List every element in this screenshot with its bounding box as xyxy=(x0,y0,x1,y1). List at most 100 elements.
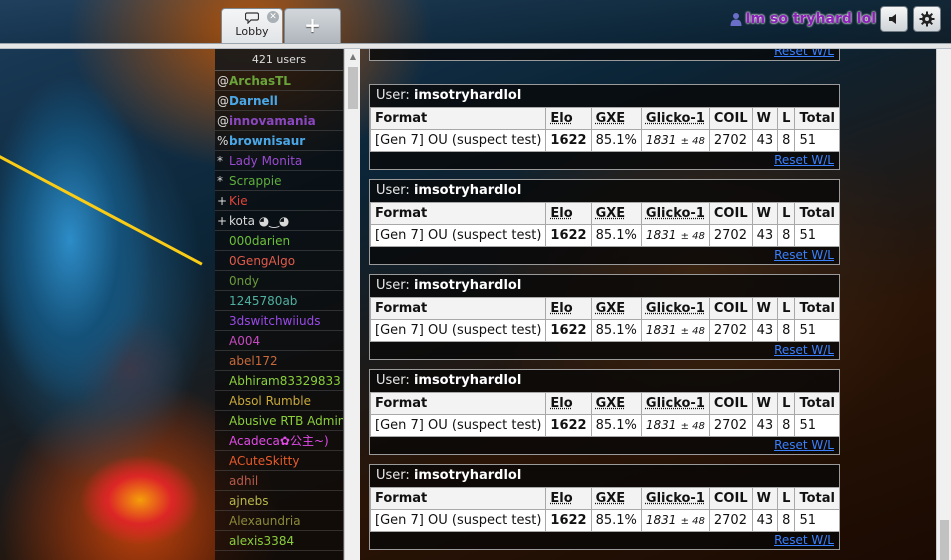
userlist-item[interactable]: adhil xyxy=(215,471,343,491)
user-name[interactable]: ArchasTL xyxy=(229,74,291,88)
userlist-item[interactable]: * Lady Monita xyxy=(215,151,343,171)
col-elo[interactable]: Elo xyxy=(545,392,592,415)
scroll-up-arrow-icon[interactable]: ▲ xyxy=(345,49,361,65)
user-name[interactable]: Absol Rumble xyxy=(229,394,311,408)
ladder-card: User: imsotryhardlolFormatEloGXEGlicko-1… xyxy=(369,464,840,550)
col-glicko[interactable]: Glicko-1 xyxy=(640,202,710,225)
user-rank-symbol: + xyxy=(217,214,228,228)
user-name[interactable]: Kie xyxy=(229,194,248,208)
userlist-item[interactable]: A004 xyxy=(215,331,343,351)
col-glicko[interactable]: Glicko-1 xyxy=(640,487,710,510)
userlist-item[interactable]: Acadeca✿公主~) xyxy=(215,431,343,451)
col-gxe[interactable]: GXE xyxy=(590,107,642,130)
reset-wl-link[interactable]: Reset W/L xyxy=(774,533,834,547)
col-total: Total xyxy=(794,392,840,415)
userlist-item[interactable]: * Scrappie xyxy=(215,171,343,191)
user-name[interactable]: 0GengAlgo xyxy=(229,254,295,268)
user-name[interactable]: alexis3384 xyxy=(229,534,294,548)
user-name[interactable]: Abusive RTB Admin xyxy=(229,414,343,428)
reset-wl-link[interactable]: Reset W/L xyxy=(774,49,834,58)
col-elo[interactable]: Elo xyxy=(545,297,592,320)
user-prefix-label: User: xyxy=(376,468,410,483)
user-name[interactable]: 3dswitchwiiuds xyxy=(229,314,321,328)
user-prefix-label: User: xyxy=(376,278,410,293)
user-menu[interactable]: Im so tryhard lol xyxy=(730,8,876,30)
userlist-item[interactable]: ajnebs xyxy=(215,491,343,511)
user-name[interactable]: 1245780ab xyxy=(229,294,297,308)
user-name[interactable]: A004 xyxy=(229,334,260,348)
cell-elo: 1622 xyxy=(545,129,592,152)
col-elo[interactable]: Elo xyxy=(545,107,592,130)
cell-total: 51 xyxy=(794,319,840,342)
tab-lobby[interactable]: Lobby ✕ xyxy=(221,8,283,44)
col-format: Format xyxy=(369,297,547,320)
col-glicko[interactable]: Glicko-1 xyxy=(640,297,710,320)
username-label: Im so tryhard lol xyxy=(745,11,876,27)
user-name[interactable]: Scrappie xyxy=(229,174,281,188)
cell-losses: 8 xyxy=(777,509,796,532)
main-scroll-thumb[interactable] xyxy=(940,520,949,560)
tab-close-icon[interactable]: ✕ xyxy=(267,11,279,23)
userlist-scroll-thumb[interactable] xyxy=(348,67,358,109)
userlist-item[interactable]: 0ndy xyxy=(215,271,343,291)
user-name[interactable]: ACuteSkitty xyxy=(229,454,299,468)
userlist-item[interactable]: + kota ◕‿◕ xyxy=(215,211,343,231)
user-name[interactable]: adhil xyxy=(229,474,258,488)
user-name[interactable]: 0ndy xyxy=(229,274,259,288)
user-name[interactable]: brownisaur xyxy=(229,134,305,148)
col-gxe[interactable]: GXE xyxy=(590,392,642,415)
cell-coil: 2702 xyxy=(708,319,753,342)
userlist-item[interactable]: Absol Rumble xyxy=(215,391,343,411)
userlist-item[interactable]: Alexaundria xyxy=(215,511,343,531)
col-glicko[interactable]: Glicko-1 xyxy=(640,392,710,415)
sound-button[interactable] xyxy=(880,6,908,32)
col-total: Total xyxy=(794,297,840,320)
user-name[interactable]: 000darien xyxy=(229,234,290,248)
userlist-item[interactable]: alexis3384 xyxy=(215,531,343,551)
reset-wl-link[interactable]: Reset W/L xyxy=(774,153,834,167)
cell-coil: 2702 xyxy=(708,224,753,247)
reset-wl-link[interactable]: Reset W/L xyxy=(774,248,834,262)
userlist-item[interactable]: 000darien xyxy=(215,231,343,251)
settings-button[interactable] xyxy=(913,6,941,32)
main-scrollbar[interactable] xyxy=(936,49,951,560)
userlist-item[interactable]: 0GengAlgo xyxy=(215,251,343,271)
col-gxe[interactable]: GXE xyxy=(590,487,642,510)
userlist-item[interactable]: 1245780ab xyxy=(215,291,343,311)
userlist-item[interactable]: @innovamania xyxy=(215,111,343,131)
userlist-item[interactable]: Abhiram83329833 xyxy=(215,371,343,391)
reset-wl-link[interactable]: Reset W/L xyxy=(774,438,834,452)
col-gxe[interactable]: GXE xyxy=(590,297,642,320)
col-gxe[interactable]: GXE xyxy=(590,202,642,225)
userlist-item[interactable]: abel172 xyxy=(215,351,343,371)
new-tab-button[interactable]: + xyxy=(284,8,341,44)
reset-wl-link[interactable]: Reset W/L xyxy=(774,343,834,357)
col-elo[interactable]: Elo xyxy=(545,202,592,225)
user-name[interactable]: Lady Monita xyxy=(229,154,302,168)
user-name[interactable]: Abhiram83329833 xyxy=(229,374,341,388)
userlist-item[interactable]: 3dswitchwiiuds xyxy=(215,311,343,331)
col-coil: COIL xyxy=(708,107,753,130)
col-losses: L xyxy=(777,107,796,130)
userlist-item[interactable]: ACuteSkitty xyxy=(215,451,343,471)
col-losses: L xyxy=(777,202,796,225)
userlist-item[interactable]: + Kie xyxy=(215,191,343,211)
user-name[interactable]: Alexaundria xyxy=(229,514,301,528)
userlist-item[interactable]: %brownisaur xyxy=(215,131,343,151)
ladder-results: User: imsotryhardlolFormatEloGXEGlicko-1… xyxy=(360,49,936,560)
col-glicko[interactable]: Glicko-1 xyxy=(640,107,710,130)
userlist-item[interactable]: Abusive RTB Admin xyxy=(215,411,343,431)
userlist-item[interactable]: @Darnell xyxy=(215,91,343,111)
user-rank-symbol: @ xyxy=(217,114,229,128)
table-row: [Gen 7] OU (suspect test) 1622 85.1% 1831 ±… xyxy=(369,509,840,532)
userlist-item[interactable]: @ArchasTL xyxy=(215,71,343,91)
user-name[interactable]: kota ◕‿◕ xyxy=(229,214,289,228)
ladder-header-row: Format Elo GXE Glicko-1 COIL W L Total xyxy=(369,392,840,415)
user-name[interactable]: Acadeca✿公主~) xyxy=(229,434,329,448)
userlist-scrollbar[interactable]: ▲ xyxy=(344,49,360,560)
user-name[interactable]: ajnebs xyxy=(229,494,269,508)
user-name[interactable]: abel172 xyxy=(229,354,278,368)
col-elo[interactable]: Elo xyxy=(545,487,592,510)
user-name[interactable]: innovamania xyxy=(229,114,316,128)
user-name[interactable]: Darnell xyxy=(229,94,278,108)
